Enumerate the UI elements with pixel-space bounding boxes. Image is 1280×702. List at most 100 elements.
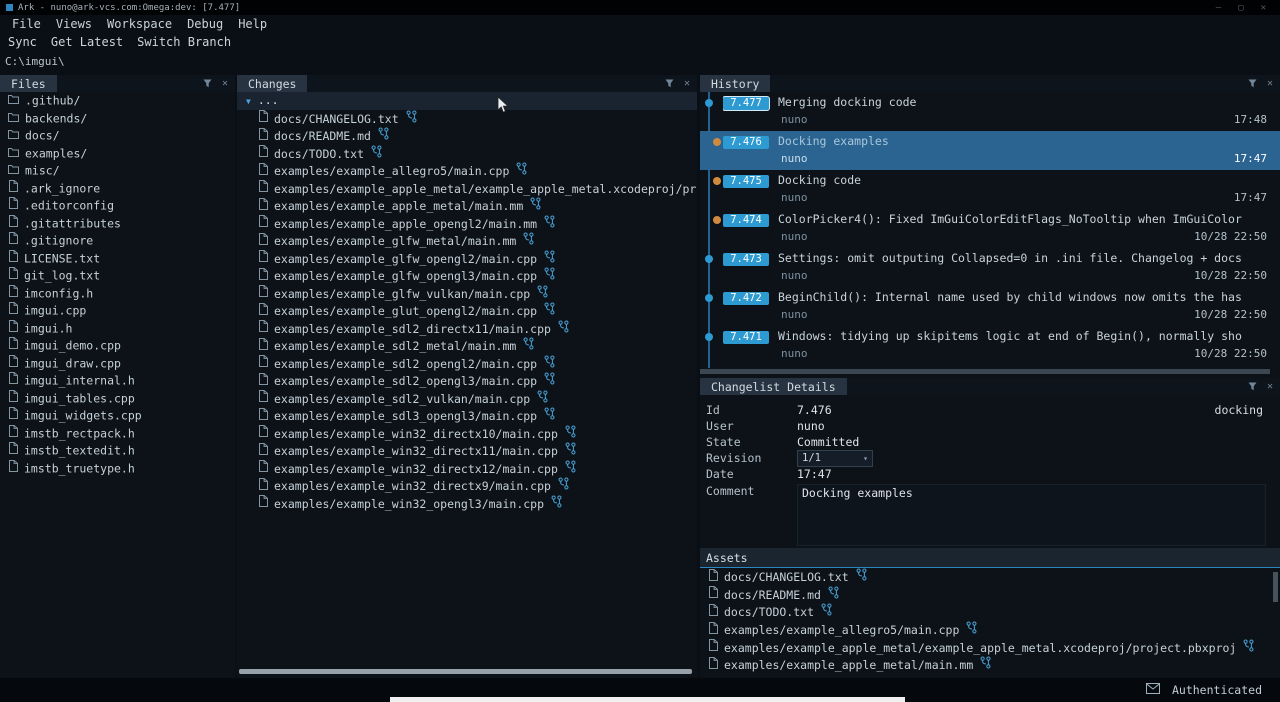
filter-icon[interactable]: [1248, 77, 1257, 91]
asset-row[interactable]: examples/example_allegro5/main.cpp: [700, 621, 1270, 639]
changed-file-row[interactable]: examples/example_apple_metal/example_app…: [237, 180, 697, 198]
maximize-icon[interactable]: ▢: [1238, 3, 1243, 13]
asset-row[interactable]: examples/example_apple_metal/example_app…: [700, 639, 1270, 657]
detail-field-id: Id7.476docking: [700, 402, 1280, 418]
menu-workspace[interactable]: Workspace: [107, 17, 172, 31]
file-tree-folder[interactable]: examples/: [0, 145, 235, 163]
changed-file-row[interactable]: examples/example_glfw_vulkan/main.cpp: [237, 285, 697, 303]
close-panel-icon[interactable]: ✕: [1267, 79, 1273, 89]
asset-row[interactable]: docs/TODO.txt: [700, 603, 1270, 621]
changed-file-row[interactable]: examples/example_win32_directx9/main.cpp: [237, 477, 697, 495]
file-tree-file[interactable]: imstb_rectpack.h: [0, 425, 235, 443]
file-tree-file[interactable]: imgui.cpp: [0, 302, 235, 320]
revision-combobox[interactable]: 1/1▾: [797, 450, 873, 467]
commit-row[interactable]: 7.471Windows: tidying up skipitems logic…: [700, 326, 1280, 365]
changed-file-row[interactable]: examples/example_glut_opengl2/main.cpp: [237, 302, 697, 320]
file-tree-file[interactable]: .ark_ignore: [0, 180, 235, 198]
comment-box[interactable]: Docking examples: [797, 484, 1266, 546]
history-horizontal-scrollbar[interactable]: [700, 369, 1270, 374]
commit-row[interactable]: 7.474ColorPicker4(): Fixed ImGuiColorEdi…: [700, 209, 1280, 248]
commit-row[interactable]: 7.476Docking examplesnuno17:47: [700, 131, 1280, 170]
asset-row[interactable]: docs/CHANGELOG.txt: [700, 568, 1270, 586]
assets-vertical-scrollbar[interactable]: [1273, 572, 1278, 602]
document-icon: [258, 163, 268, 180]
changed-file-row[interactable]: docs/README.md: [237, 127, 697, 145]
commit-row[interactable]: 7.477Merging docking codenuno17:48: [700, 92, 1280, 131]
file-tree-file[interactable]: imgui_widgets.cpp: [0, 407, 235, 425]
file-tree-file[interactable]: .gitattributes: [0, 215, 235, 233]
toolbar-button-get-latest[interactable]: Get Latest: [51, 35, 123, 49]
changed-file-path: docs/README.md: [274, 129, 371, 143]
file-tree-file[interactable]: imstb_textedit.h: [0, 442, 235, 460]
tab-history[interactable]: History: [700, 75, 770, 92]
document-icon: [258, 145, 268, 162]
filter-icon[interactable]: [1248, 380, 1257, 394]
close-panel-icon[interactable]: ✕: [684, 79, 690, 89]
file-tree-folder[interactable]: docs/: [0, 127, 235, 145]
file-tree-file[interactable]: git_log.txt: [0, 267, 235, 285]
file-tree-file[interactable]: imgui_demo.cpp: [0, 337, 235, 355]
changed-file-row[interactable]: examples/example_allegro5/main.cpp: [237, 162, 697, 180]
file-tree-file[interactable]: .editorconfig: [0, 197, 235, 215]
changed-file-row[interactable]: examples/example_win32_opengl3/main.cpp: [237, 495, 697, 513]
changed-file-row[interactable]: examples/example_glfw_opengl3/main.cpp: [237, 267, 697, 285]
changed-file-row[interactable]: examples/example_win32_directx12/main.cp…: [237, 460, 697, 478]
file-tree-folder[interactable]: .github/: [0, 92, 235, 110]
minimize-icon[interactable]: –: [1216, 3, 1221, 13]
filter-icon[interactable]: [203, 77, 212, 91]
commit-time: 10/28 22:50: [1194, 308, 1267, 321]
close-panel-icon[interactable]: ✕: [1267, 382, 1273, 392]
changed-file-row[interactable]: examples/example_sdl2_directx11/main.cpp: [237, 320, 697, 338]
commit-row[interactable]: 7.470Windows: fixed double-clicked borde…: [700, 365, 1280, 368]
toolbar-button-sync[interactable]: Sync: [8, 35, 37, 49]
changed-file-row[interactable]: examples/example_sdl2_metal/main.mm: [237, 337, 697, 355]
changed-file-row[interactable]: examples/example_apple_opengl2/main.mm: [237, 215, 697, 233]
collapse-arrow-icon[interactable]: ▼: [246, 97, 251, 106]
file-tree-file[interactable]: imgui_tables.cpp: [0, 390, 235, 408]
changes-horizontal-scrollbar[interactable]: [239, 669, 692, 674]
changed-file-path: examples/example_glfw_opengl3/main.cpp: [274, 269, 537, 283]
menu-views[interactable]: Views: [56, 17, 92, 31]
changed-file-row[interactable]: examples/example_glfw_opengl2/main.cpp: [237, 250, 697, 268]
changed-file-row[interactable]: examples/example_apple_metal/main.mm: [237, 197, 697, 215]
file-tree-file[interactable]: LICENSE.txt: [0, 250, 235, 268]
file-tree-file[interactable]: imstb_truetype.h: [0, 460, 235, 478]
changed-file-row[interactable]: examples/example_sdl2_opengl2/main.cpp: [237, 355, 697, 373]
changes-panel: Changes ✕ ▼... docs/CHANGELOG.txtdocs/RE…: [237, 75, 697, 678]
changed-file-row[interactable]: docs/CHANGELOG.txt: [237, 110, 697, 128]
menu-debug[interactable]: Debug: [187, 17, 223, 31]
tab-files[interactable]: Files: [0, 75, 57, 92]
file-tree-file[interactable]: imgui_draw.cpp: [0, 355, 235, 373]
file-tree-folder[interactable]: backends/: [0, 110, 235, 128]
commit-row[interactable]: 7.472BeginChild(): Internal name used by…: [700, 287, 1280, 326]
file-tree-folder[interactable]: misc/: [0, 162, 235, 180]
file-tree-file[interactable]: imgui_internal.h: [0, 372, 235, 390]
assets-list: docs/CHANGELOG.txtdocs/README.mddocs/TOD…: [700, 568, 1270, 678]
file-tree-file[interactable]: imconfig.h: [0, 285, 235, 303]
menu-file[interactable]: File: [12, 17, 41, 31]
commit-row[interactable]: 7.473Settings: omit outputing Collapsed=…: [700, 248, 1280, 287]
changes-root-row[interactable]: ▼...: [237, 92, 697, 110]
menu-help[interactable]: Help: [238, 17, 267, 31]
tab-changes[interactable]: Changes: [237, 75, 307, 92]
toolbar-button-switch-branch[interactable]: Switch Branch: [137, 35, 231, 49]
close-panel-icon[interactable]: ✕: [222, 79, 228, 89]
tab-changelist-details[interactable]: Changelist Details: [700, 378, 847, 395]
changed-file-row[interactable]: examples/example_win32_directx10/main.cp…: [237, 425, 697, 443]
close-icon[interactable]: ✕: [1261, 3, 1266, 13]
filter-icon[interactable]: [665, 77, 674, 91]
file-tree-file[interactable]: .gitignore: [0, 232, 235, 250]
changed-file-row[interactable]: examples/example_glfw_metal/main.mm: [237, 232, 697, 250]
mail-icon[interactable]: [1146, 683, 1160, 697]
changed-file-row[interactable]: examples/example_sdl3_opengl3/main.cpp: [237, 407, 697, 425]
file-tree-file[interactable]: imgui.h: [0, 320, 235, 338]
changed-file-row[interactable]: docs/TODO.txt: [237, 145, 697, 163]
changed-file-row[interactable]: examples/example_sdl2_opengl3/main.cpp: [237, 372, 697, 390]
changed-file-row[interactable]: examples/example_win32_directx11/main.cp…: [237, 442, 697, 460]
asset-row[interactable]: examples/example_apple_metal/main.mm: [700, 656, 1270, 674]
changed-file-row[interactable]: examples/example_sdl2_vulkan/main.cpp: [237, 390, 697, 408]
asset-row[interactable]: docs/README.md: [700, 586, 1270, 604]
branch-icon: [544, 250, 555, 268]
changes-root-label: ...: [258, 93, 279, 107]
commit-row[interactable]: 7.475Docking codenuno17:47: [700, 170, 1280, 209]
